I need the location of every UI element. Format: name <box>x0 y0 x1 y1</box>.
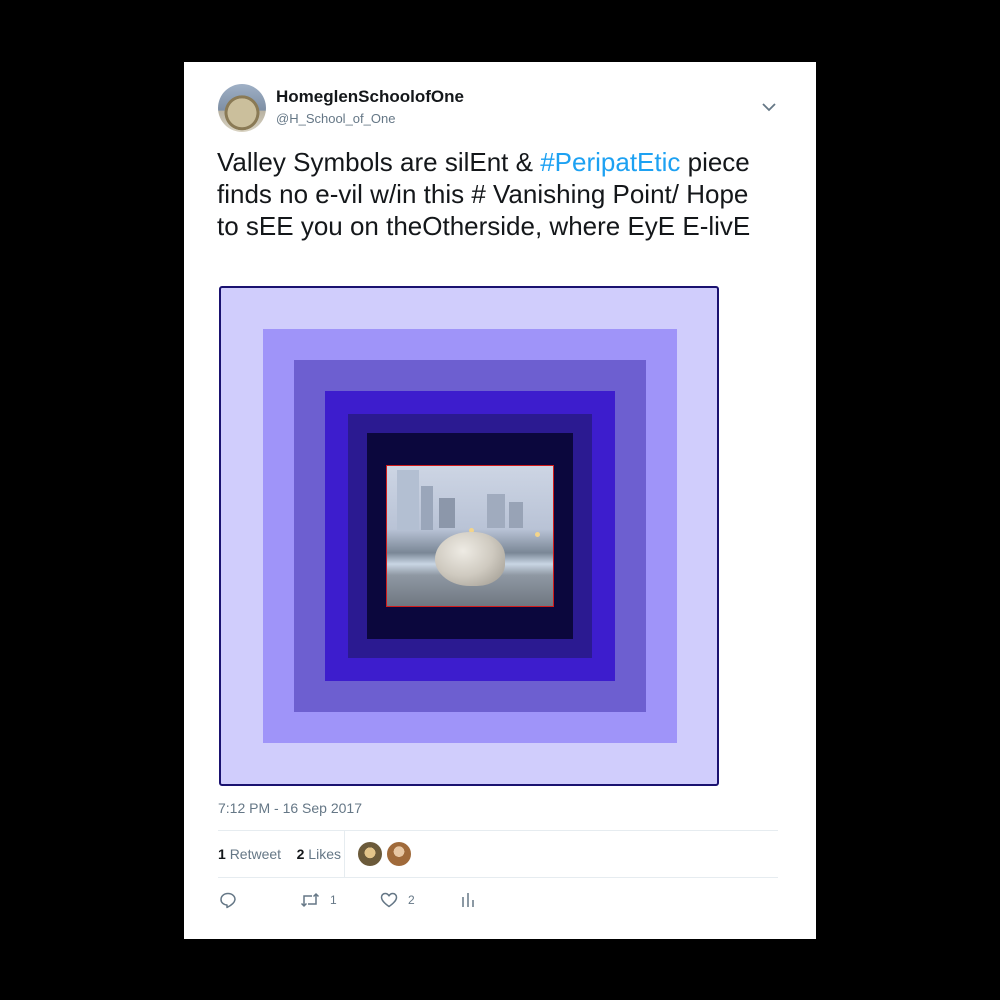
stone <box>435 532 505 586</box>
hashtag-link[interactable]: #PeripatEtic <box>540 147 680 177</box>
retweet-count[interactable]: 1 <box>218 846 226 862</box>
liker-avatar[interactable] <box>357 841 383 867</box>
user-handle[interactable]: @H_School_of_One <box>276 111 395 126</box>
chevron-down-icon[interactable] <box>760 98 778 116</box>
reply-button[interactable] <box>219 888 247 912</box>
like-button[interactable]: 2 <box>380 888 415 912</box>
divider <box>218 877 778 878</box>
stats-separator <box>344 830 345 877</box>
tweet-timestamp[interactable]: 7:12 PM - 16 Sep 2017 <box>218 800 362 816</box>
retweet-button[interactable]: 1 <box>300 888 337 912</box>
heart-icon <box>380 892 398 908</box>
analytics-button[interactable] <box>460 888 476 912</box>
liker-avatar[interactable] <box>386 841 412 867</box>
analytics-icon <box>462 893 474 907</box>
stone-photo <box>386 465 554 607</box>
avatar[interactable] <box>218 84 266 132</box>
divider <box>218 830 778 831</box>
reply-icon <box>220 892 236 909</box>
display-name[interactable]: HomeglenSchoolofOne <box>276 87 464 107</box>
retweet-label[interactable]: Retweet <box>230 846 281 862</box>
retweet-icon <box>300 892 320 908</box>
like-label[interactable]: Likes <box>308 846 341 862</box>
retweet-action-count: 1 <box>330 893 337 907</box>
tweet-text-before: Valley Symbols are silEnt & <box>217 147 541 177</box>
tweet-text: Valley Symbols are silEnt & #PeripatEtic… <box>217 146 777 242</box>
like-action-count: 2 <box>408 893 415 907</box>
tweet-media-image[interactable] <box>219 286 719 786</box>
engagement-stats: 1 Retweet 2 Likes <box>218 846 341 862</box>
tweet-card: HomeglenSchoolofOne @H_School_of_One Val… <box>184 62 816 939</box>
like-count[interactable]: 2 <box>297 846 305 862</box>
